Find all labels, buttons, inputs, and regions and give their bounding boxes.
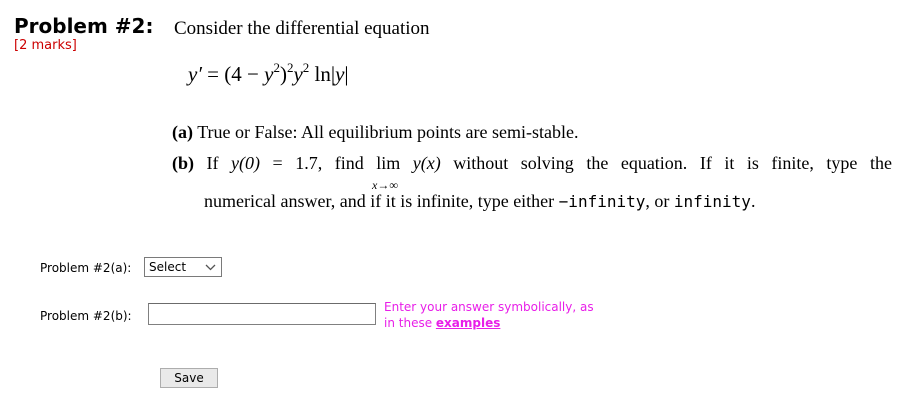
save-button[interactable]: Save [160, 368, 218, 388]
part-b-text: numerical answer, and if it is infinite,… [204, 191, 559, 211]
part-b-word: without [453, 153, 509, 173]
eq-lhs: y′ [188, 62, 202, 86]
differential-equation: y′ = (4 − y2)2y2 ln|y| [188, 61, 349, 87]
part-b-cond: y(0) [231, 153, 261, 173]
part-a-text: True or False: All equilibrium points ar… [197, 122, 579, 142]
part-b-eq: = [272, 153, 283, 173]
part-b-value: 1.7, [295, 153, 323, 173]
eq-ln: ln| [309, 62, 336, 86]
hint-line-2: in these examples [384, 315, 594, 331]
problem-intro: Consider the differential equation [174, 18, 430, 39]
hint-text: in these [384, 316, 436, 330]
part-b-word: the [586, 153, 609, 173]
part-b-word: equation. [620, 153, 688, 173]
part-b-word: If [699, 153, 712, 173]
part-b-word: If [206, 153, 219, 173]
problem-title: Problem #2: [14, 14, 154, 38]
eq-close: ) [279, 62, 287, 86]
part-b-word: it [724, 153, 735, 173]
part-b-word: find [334, 153, 364, 173]
eq-equals: = [207, 62, 220, 86]
chevron-down-icon [205, 260, 216, 279]
answer-b-label: Problem #2(b): [40, 309, 132, 323]
part-b-word: the [869, 153, 892, 173]
marks-badge: [2 marks] [14, 38, 77, 53]
select-value: Select [149, 260, 187, 274]
part-b-question: (b) If y(0) = 1.7, find lim y(x) without… [172, 153, 892, 174]
answer-b-input[interactable] [148, 303, 376, 325]
hint-line: Enter your answer symbolically, as [384, 300, 594, 314]
infinity-code: infinity [673, 192, 751, 211]
answer-a-select[interactable]: Select [144, 257, 222, 277]
part-a-label: (a) [172, 122, 193, 142]
answer-a-label: Problem #2(a): [40, 261, 132, 275]
part-b-word: solving [520, 153, 574, 173]
part-b-lim: lim [376, 153, 401, 173]
part-b-line2: numerical answer, and if it is infinite,… [204, 191, 755, 212]
part-b-text: , or [645, 191, 674, 211]
part-b-label: (b) [172, 153, 194, 173]
part-b-word: type [826, 153, 858, 173]
part-b-word: is [746, 153, 759, 173]
eq-y3: y [335, 62, 345, 86]
part-b-limexpr: y(x) [412, 153, 441, 173]
part-b-word: finite, [771, 153, 814, 173]
neg-infinity-code: −infinity [558, 192, 646, 211]
eq-open: (4 − [224, 62, 265, 86]
eq-bar: | [344, 62, 349, 86]
part-a-question: (a) True or False: All equilibrium point… [172, 122, 578, 143]
answer-hint: Enter your answer symbolically, as in th… [384, 299, 594, 331]
eq-y2: y [293, 62, 303, 86]
examples-link[interactable]: examples [436, 316, 500, 330]
part-b-text: . [750, 191, 756, 211]
